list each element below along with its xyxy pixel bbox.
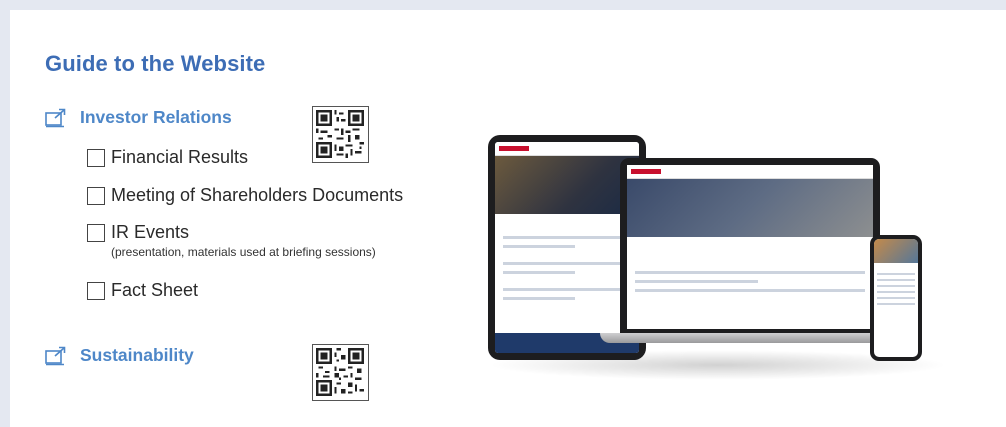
checkbox-icon[interactable] xyxy=(87,187,105,205)
brand-logo xyxy=(499,146,529,151)
text-placeholder xyxy=(877,303,915,305)
phone-device xyxy=(870,235,922,361)
qr-code-icon xyxy=(312,106,369,163)
text-placeholder xyxy=(877,279,915,281)
laptop-device xyxy=(620,158,880,333)
laptop-header-bar xyxy=(627,165,873,179)
checklist-item-label: Fact Sheet xyxy=(111,280,199,300)
text-placeholder xyxy=(635,289,865,292)
text-placeholder xyxy=(503,297,575,300)
tablet-hero-image xyxy=(495,156,639,214)
checkbox-icon[interactable] xyxy=(87,224,105,242)
phone-screen xyxy=(874,239,918,357)
devices-illustration xyxy=(478,130,950,390)
laptop-base xyxy=(600,333,900,343)
text-placeholder xyxy=(503,271,575,274)
laptop-hero-image xyxy=(627,179,873,237)
text-placeholder xyxy=(877,285,915,287)
text-placeholder xyxy=(877,273,915,275)
checklist-item-sublabel: (presentation, materials used at briefin… xyxy=(111,245,376,259)
qr-code-icon xyxy=(312,344,369,401)
checklist-item-label: IR Events xyxy=(111,222,190,242)
text-placeholder xyxy=(503,262,631,265)
laptop-screen xyxy=(627,165,873,329)
text-placeholder xyxy=(503,245,575,248)
tablet-header-bar xyxy=(495,142,639,156)
sustainability-label: Sustainability xyxy=(80,345,194,365)
checklist-item-ir-events[interactable]: IR Events (presentation, materials used … xyxy=(87,222,376,259)
sustainability-heading[interactable]: Sustainability xyxy=(45,345,194,366)
external-link-icon xyxy=(45,108,67,128)
checkbox-icon[interactable] xyxy=(87,282,105,300)
text-placeholder xyxy=(877,297,915,299)
brand-logo xyxy=(631,169,661,174)
checklist-item-financial-results[interactable]: Financial Results xyxy=(87,147,248,168)
text-placeholder xyxy=(503,288,631,291)
phone-hero-image xyxy=(874,239,918,263)
text-placeholder xyxy=(503,236,631,239)
checklist-item-label: Financial Results xyxy=(111,147,249,167)
checklist-item-meeting-documents[interactable]: Meeting of Shareholders Documents xyxy=(87,185,403,206)
text-placeholder xyxy=(635,271,865,274)
text-placeholder xyxy=(635,280,758,283)
checklist-item-label: Meeting of Shareholders Documents xyxy=(111,185,404,205)
checklist-item-fact-sheet[interactable]: Fact Sheet xyxy=(87,280,198,301)
external-link-icon xyxy=(45,346,67,366)
checkbox-icon[interactable] xyxy=(87,149,105,167)
page-title: Guide to the Website xyxy=(45,51,266,76)
investor-relations-label: Investor Relations xyxy=(80,107,232,127)
text-placeholder xyxy=(877,291,915,293)
tablet-screen xyxy=(495,142,639,353)
investor-relations-heading[interactable]: Investor Relations xyxy=(45,107,232,128)
